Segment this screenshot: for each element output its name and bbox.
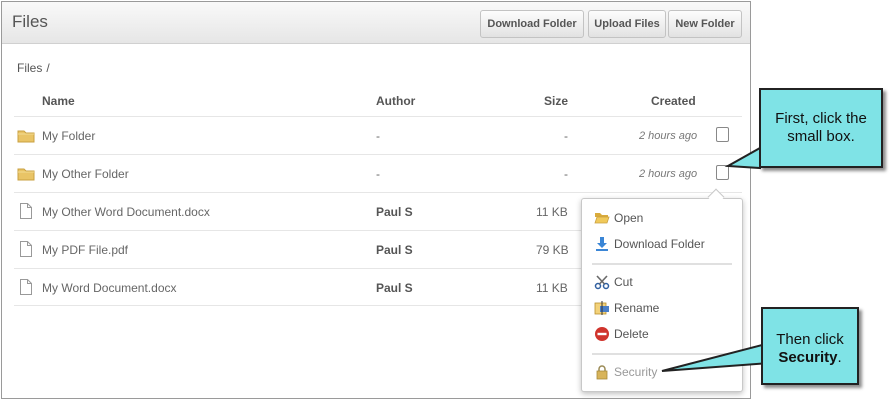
callout-first-pointer	[724, 146, 761, 170]
callout-first-line2: small box.	[787, 128, 855, 145]
callout-first-line1: First, click the	[775, 110, 867, 127]
callout-first: First, click the small box.	[759, 88, 883, 168]
callout-second-pointer	[661, 343, 772, 372]
callout-second: Then click Security.	[761, 307, 859, 385]
callout-second-line1: Then click	[776, 331, 844, 348]
callout-second-line2: Security.	[763, 349, 857, 367]
callout-second-suffix: .	[837, 349, 842, 366]
callout-second-bold: Security	[778, 349, 838, 366]
